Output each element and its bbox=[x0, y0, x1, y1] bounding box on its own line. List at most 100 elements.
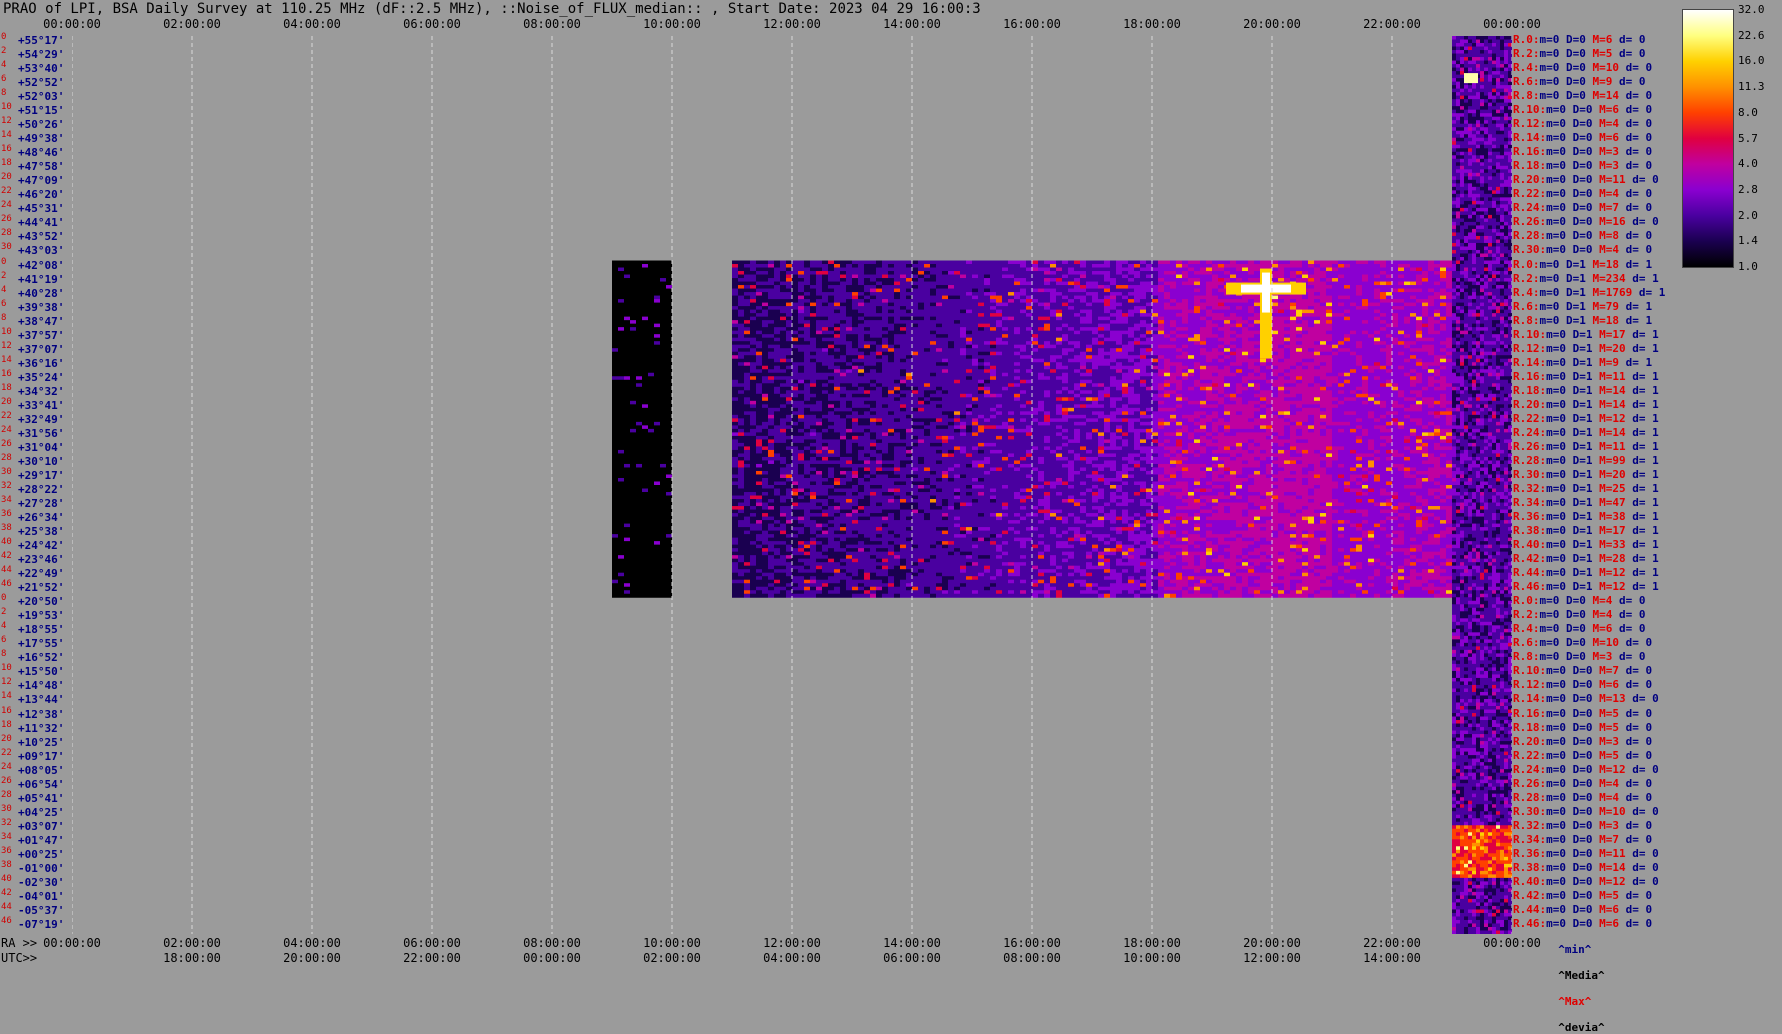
heatmap-cell bbox=[738, 418, 744, 423]
heatmap-cell bbox=[738, 306, 744, 311]
heatmap-cell bbox=[894, 267, 900, 272]
top-tick-label: 22:00:00 bbox=[1363, 17, 1421, 31]
heatmap-cell bbox=[1026, 271, 1032, 276]
heatmap-cell bbox=[1026, 351, 1032, 356]
heatmap-cell bbox=[762, 369, 768, 374]
heatmap-cell bbox=[942, 460, 948, 465]
heatmap-cell bbox=[732, 520, 738, 525]
heatmap-cell bbox=[924, 509, 930, 514]
heatmap-cell bbox=[912, 520, 918, 525]
heatmap-cell bbox=[894, 397, 900, 402]
heatmap-cell bbox=[744, 439, 750, 444]
heatmap-cell bbox=[828, 288, 834, 293]
heatmap-cell bbox=[738, 576, 744, 581]
heatmap-cell bbox=[1002, 432, 1008, 437]
heatmap-cell bbox=[978, 576, 984, 581]
heatmap-cell bbox=[978, 330, 984, 335]
heatmap-cell bbox=[744, 358, 750, 363]
heatmap-cell bbox=[798, 467, 804, 472]
heatmap-cell bbox=[978, 337, 984, 342]
heatmap-cell bbox=[888, 548, 894, 553]
heatmap-cell bbox=[816, 285, 822, 290]
heatmap-cell bbox=[840, 337, 846, 342]
heatmap-cell bbox=[906, 428, 912, 433]
heatmap-cell bbox=[846, 421, 852, 426]
heatmap-cell bbox=[762, 386, 768, 391]
heatmap-cell bbox=[750, 278, 756, 283]
heatmap-cell bbox=[828, 327, 834, 332]
heatmap-cell bbox=[774, 404, 780, 409]
heatmap-cell bbox=[756, 453, 762, 458]
heatmap-cell bbox=[792, 558, 798, 563]
heatmap-cell bbox=[792, 369, 798, 374]
heatmap-cell bbox=[978, 572, 984, 577]
heatmap-cell bbox=[972, 295, 978, 300]
heatmap-cell bbox=[954, 393, 960, 398]
heatmap-cell bbox=[978, 579, 984, 584]
heatmap-cell bbox=[738, 278, 744, 283]
heatmap-cell bbox=[984, 583, 990, 588]
heatmap-cell bbox=[756, 327, 762, 332]
heatmap-cell bbox=[774, 485, 780, 490]
heatmap-cell bbox=[744, 442, 750, 447]
heatmap-cell bbox=[1014, 590, 1020, 595]
heatmap-cell bbox=[732, 278, 738, 283]
heatmap-cell bbox=[792, 541, 798, 546]
heatmap-cell bbox=[1008, 435, 1014, 440]
heatmap-cell bbox=[798, 534, 804, 539]
heatmap-cell bbox=[900, 449, 906, 454]
heatmap-cell bbox=[732, 418, 738, 423]
heatmap-cell bbox=[918, 544, 924, 549]
heatmap-cell bbox=[762, 337, 768, 342]
heatmap-cell bbox=[966, 565, 972, 570]
heatmap-cell bbox=[756, 534, 762, 539]
heatmap-cell bbox=[894, 334, 900, 339]
heatmap-cell bbox=[816, 397, 822, 402]
heatmap-cell bbox=[750, 393, 756, 398]
heatmap-cell bbox=[936, 414, 942, 419]
heatmap-cell bbox=[996, 327, 1002, 332]
heatmap-cell bbox=[1026, 334, 1032, 339]
heatmap-cell bbox=[990, 355, 996, 360]
heatmap-cell bbox=[900, 579, 906, 584]
heatmap-cell bbox=[744, 534, 750, 539]
heatmap-cell bbox=[744, 446, 750, 451]
heatmap-cell bbox=[732, 414, 738, 419]
heatmap-cell bbox=[1026, 590, 1032, 595]
heatmap-cell bbox=[1020, 358, 1026, 363]
heatmap-cell bbox=[948, 428, 954, 433]
heatmap-cell bbox=[870, 593, 876, 598]
heatmap-cell bbox=[744, 509, 750, 514]
heatmap-cell bbox=[990, 386, 996, 391]
heatmap-cell bbox=[882, 565, 888, 570]
heatmap-cell bbox=[894, 467, 900, 472]
heatmap-cell bbox=[918, 583, 924, 588]
heatmap-cell bbox=[960, 260, 966, 265]
heatmap-cell bbox=[966, 467, 972, 472]
heatmap-cell bbox=[876, 278, 882, 283]
heatmap-cell bbox=[1020, 523, 1026, 528]
heatmap-cell bbox=[960, 562, 966, 567]
heatmap-cell bbox=[738, 271, 744, 276]
heatmap-cell bbox=[744, 593, 750, 598]
heatmap-cell bbox=[762, 446, 768, 451]
heatmap-cell bbox=[804, 495, 810, 500]
heatmap-cell bbox=[870, 495, 876, 500]
heatmap-cell bbox=[810, 421, 816, 426]
heatmap-cell bbox=[804, 579, 810, 584]
heatmap-cell bbox=[858, 379, 864, 384]
heatmap-cell bbox=[978, 499, 984, 504]
heatmap-cell bbox=[852, 292, 858, 297]
heatmap-cell bbox=[1026, 551, 1032, 556]
heatmap-cell bbox=[1014, 485, 1020, 490]
heatmap-cell bbox=[870, 323, 876, 328]
heatmap-cell bbox=[1020, 590, 1026, 595]
heatmap-cell bbox=[870, 506, 876, 511]
heatmap-cell bbox=[744, 355, 750, 360]
heatmap-cell bbox=[954, 586, 960, 591]
heatmap-cell bbox=[978, 299, 984, 304]
heatmap-cell bbox=[864, 355, 870, 360]
heatmap-cell bbox=[888, 425, 894, 430]
heatmap-cell bbox=[942, 320, 948, 325]
heatmap-cell bbox=[912, 344, 918, 349]
